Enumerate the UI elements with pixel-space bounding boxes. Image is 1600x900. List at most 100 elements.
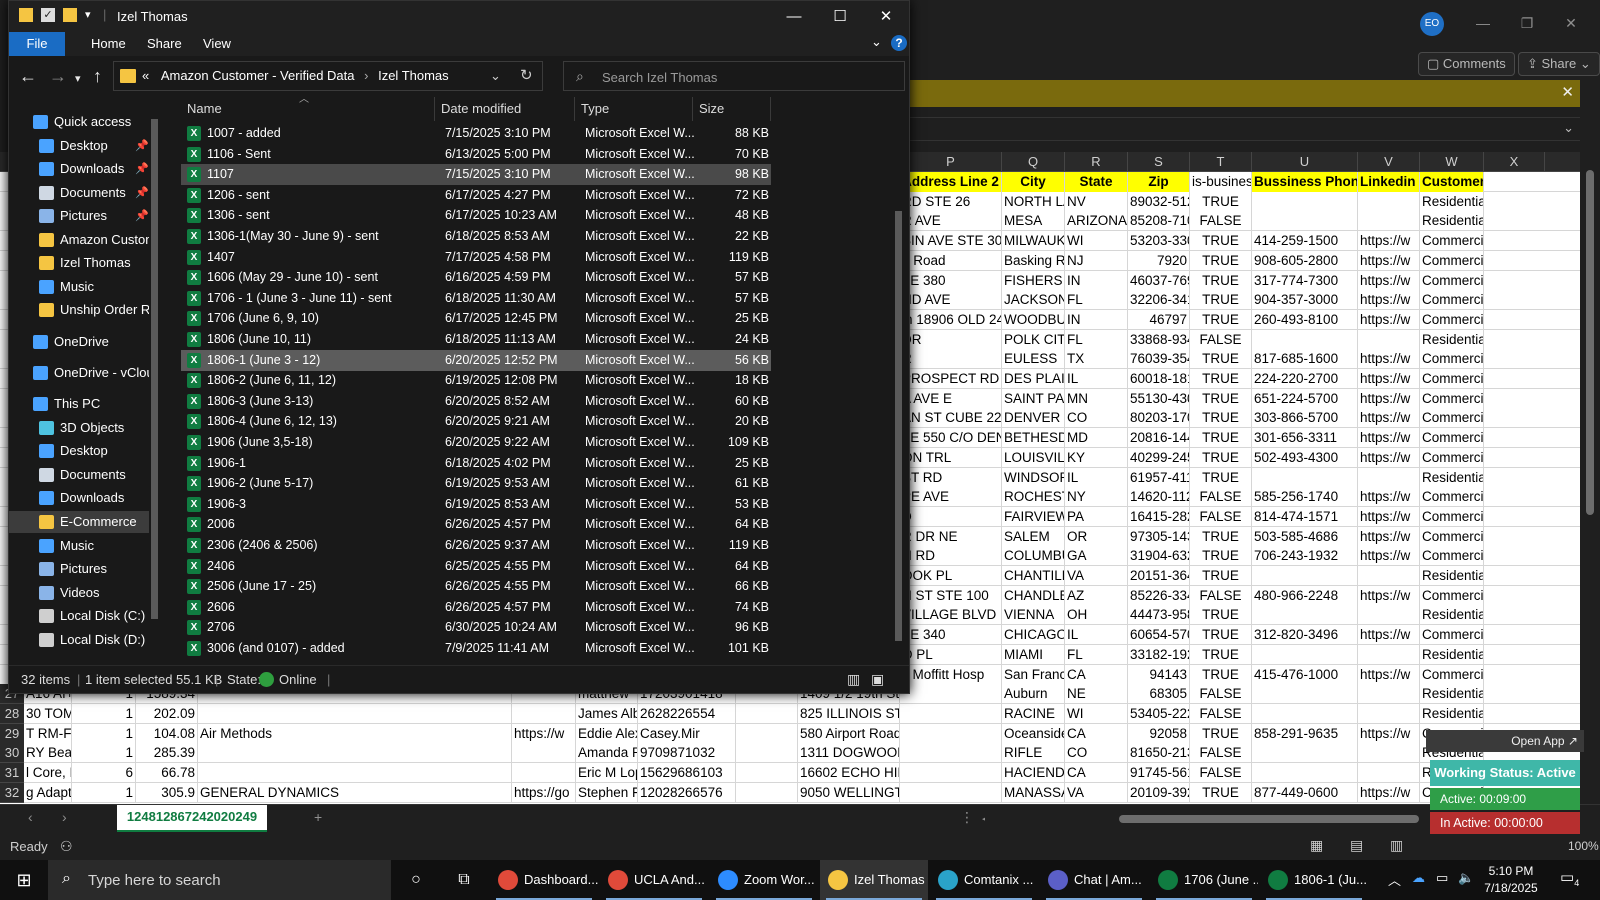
table-cell[interactable]: FALSE (1190, 763, 1252, 783)
table-cell[interactable]: 1 (72, 704, 136, 724)
table-cell[interactable]: 1 (72, 724, 136, 744)
table-cell[interactable] (1358, 605, 1420, 625)
table-cell[interactable]: TRUE (1190, 448, 1252, 468)
table-cell[interactable]: ARIZONA (1065, 211, 1128, 231)
table-cell[interactable]: DR (900, 330, 1002, 350)
table-cell[interactable]: TRUE (1190, 546, 1252, 566)
table-cell[interactable]: TRUE (1190, 665, 1252, 685)
table-cell[interactable]: CA (1065, 763, 1128, 783)
maximize-icon[interactable]: ☐ (817, 1, 863, 32)
breadcrumb-item[interactable]: Izel Thomas (378, 68, 449, 83)
table-cell[interactable]: Commercial (1420, 586, 1484, 606)
navigation-pane-scroll-thumb[interactable] (151, 119, 158, 619)
table-cell[interactable]: TE 380 (900, 271, 1002, 291)
file-row[interactable]: X 3006 (and 0107) - added 7/9/2025 11:41 A… (181, 638, 771, 659)
tab-share[interactable]: Share (135, 32, 194, 56)
sidebar-item[interactable]: Amazon Custom (9, 229, 149, 251)
table-cell[interactable]: D (900, 507, 1002, 527)
table-cell[interactable]: https://w (1358, 349, 1420, 369)
row-number[interactable]: 29 (0, 724, 24, 744)
header-cell[interactable]: State (1065, 172, 1128, 192)
table-cell[interactable]: TE 340 (900, 625, 1002, 645)
table-cell[interactable]: OH (1065, 605, 1128, 625)
taskbar-search-input[interactable]: Type here to search (88, 872, 221, 889)
table-cell[interactable] (736, 763, 798, 783)
table-cell[interactable]: 2628226554 (638, 704, 736, 724)
search-input[interactable]: Search Izel Thomas (602, 70, 717, 85)
table-cell[interactable]: 85226-334 (1128, 586, 1190, 606)
table-cell[interactable]: R DR NE (900, 527, 1002, 547)
table-cell[interactable]: 301-656-3311 (1252, 428, 1358, 448)
comments-button[interactable]: ▢ Comments (1418, 52, 1515, 76)
table-cell[interactable]: NY (1065, 487, 1128, 507)
table-cell[interactable]: FALSE (1190, 507, 1252, 527)
sidebar-item[interactable]: E-Commerce (9, 511, 149, 533)
table-cell[interactable]: TRUE (1190, 783, 1252, 803)
table-cell[interactable] (736, 743, 798, 763)
header-cell[interactable]: Bussiness Phone (1252, 172, 1358, 192)
table-cell[interactable]: 97305-143 (1128, 527, 1190, 547)
taskbar-search[interactable]: ⌕ Type here to search (48, 860, 391, 900)
table-cell[interactable]: VA (1065, 783, 1128, 803)
pin-icon[interactable]: 📌 (135, 135, 149, 157)
table-cell[interactable]: Commercial (1420, 251, 1484, 271)
table-cell[interactable]: CHICAGO (1002, 625, 1065, 645)
table-cell[interactable]: FL (1065, 645, 1128, 665)
tab-home[interactable]: Home (79, 32, 138, 56)
table-cell[interactable]: FALSE (1190, 684, 1252, 704)
table-cell[interactable]: Commercial (1420, 546, 1484, 566)
table-cell[interactable]: WINDSOR (1002, 468, 1065, 488)
table-cell[interactable]: Commercial (1420, 271, 1484, 291)
next-sheet-icon[interactable]: › (62, 809, 67, 825)
table-cell[interactable]: IL (1065, 468, 1128, 488)
normal-view-icon[interactable]: ▦ (1310, 837, 1323, 854)
table-cell[interactable]: https://w (1358, 783, 1420, 803)
table-cell[interactable]: ROCHESTE (1002, 487, 1065, 507)
table-cell[interactable] (736, 724, 798, 744)
back-arrow-icon[interactable]: ← (19, 66, 37, 86)
row-number[interactable]: 28 (0, 704, 24, 724)
table-cell[interactable] (512, 763, 576, 783)
breadcrumb-separator-icon[interactable]: › (364, 68, 368, 83)
close-icon[interactable]: ✕ (863, 1, 909, 32)
table-cell[interactable]: SAINT PAU (1002, 389, 1065, 409)
table-cell[interactable]: Residential (1420, 645, 1484, 665)
sidebar-item[interactable]: Local Disk (C:) (9, 605, 149, 627)
table-cell[interactable]: 305.9 (136, 783, 198, 803)
table-cell[interactable]: TRUE (1190, 231, 1252, 251)
details-view-icon[interactable]: ▥ (847, 671, 860, 688)
table-cell[interactable]: BETHESDA (1002, 428, 1065, 448)
file-row[interactable]: X 1007 - added 7/15/2025 3:10 PM Microsoft … (181, 123, 771, 144)
table-cell[interactable]: 40299-245 (1128, 448, 1190, 468)
table-cell[interactable]: Eric M Lop (576, 763, 638, 783)
table-cell[interactable] (1358, 192, 1420, 212)
sidebar-item[interactable]: Desktop 📌 (9, 135, 149, 157)
table-cell[interactable] (1252, 704, 1358, 724)
table-cell[interactable] (900, 704, 1002, 724)
table-cell[interactable]: https://w (1358, 665, 1420, 685)
table-cell[interactable]: FAIRVIEW (1002, 507, 1065, 527)
table-cell[interactable]: R (900, 349, 1002, 369)
header-cell[interactable]: Linkedin Prof (1358, 172, 1420, 192)
table-cell[interactable]: 20151-364 (1128, 566, 1190, 586)
table-cell[interactable]: TRUE (1190, 290, 1252, 310)
table-cell[interactable]: https://w (1358, 290, 1420, 310)
table-cell[interactable]: Residential (1420, 684, 1484, 704)
table-cell[interactable]: 61957-411 (1128, 468, 1190, 488)
table-cell[interactable]: WOODBU (1002, 310, 1065, 330)
table-cell[interactable]: 60018-181 (1128, 369, 1190, 389)
minimize-icon[interactable]: — (771, 1, 817, 32)
pin-icon[interactable]: 📌 (135, 158, 149, 180)
table-cell[interactable]: TRUE (1190, 271, 1252, 291)
table-cell[interactable]: 55130-430 (1128, 389, 1190, 409)
table-cell[interactable]: CHANDLE (1002, 586, 1065, 606)
windows-start-icon[interactable]: ⊞ (0, 860, 48, 900)
table-cell[interactable]: LOUISVILL (1002, 448, 1065, 468)
table-cell[interactable]: l Core, I (24, 763, 72, 783)
table-cell[interactable]: 260-493-8100 (1252, 310, 1358, 330)
table-cell[interactable]: 285.39 (136, 743, 198, 763)
table-cell[interactable]: Air Methods (198, 724, 512, 744)
table-cell[interactable]: OR (1065, 527, 1128, 547)
table-cell[interactable]: 9709871032 (638, 743, 736, 763)
file-row[interactable]: X 1206 - sent 6/17/2025 4:27 PM Microsoft E… (181, 185, 771, 206)
